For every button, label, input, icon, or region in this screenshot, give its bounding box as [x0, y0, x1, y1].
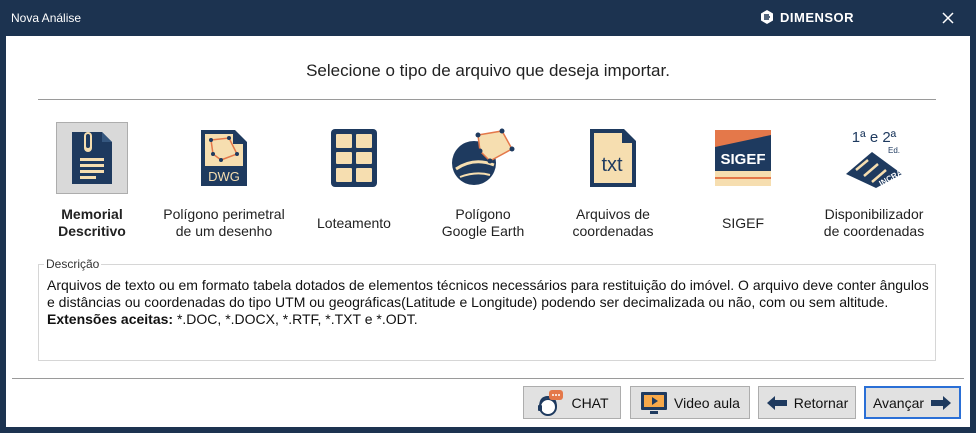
google-earth-icon [452, 128, 515, 185]
description-text: Arquivos de texto ou em formato tabela d… [47, 277, 929, 310]
option-poligono-desenho[interactable]: DWG Polígono perimetral de um desenho [163, 122, 285, 252]
avancar-button[interactable]: Avançar [864, 386, 961, 419]
accepted-extensions-label: Extensões aceitas: [47, 311, 174, 327]
sigef-icon: SIGEF [715, 130, 771, 186]
divider [38, 99, 936, 100]
page-heading: Selecione o tipo de arquivo que deseja i… [306, 61, 670, 80]
close-icon [942, 12, 954, 24]
video-aula-button[interactable]: Video aula [630, 386, 750, 419]
chat-button[interactable]: CHAT [523, 386, 621, 419]
option-icon-box [447, 122, 519, 194]
option-icon-box: SIGEF [707, 122, 779, 194]
nova-analise-window: Nova Análise DIMENSOR Selecione o tipo d… [0, 0, 976, 433]
close-button[interactable] [939, 9, 957, 27]
title-bar: Nova Análise DIMENSOR [0, 0, 976, 36]
arrow-right-icon [931, 395, 952, 410]
svg-text:1ª e 2ª: 1ª e 2ª [852, 129, 897, 146]
option-label: Arquivos de coordenadas [572, 206, 654, 239]
memorial-descritivo-icon [72, 132, 112, 184]
option-arquivos-coordenadas[interactable]: txt Arquivos de coordenadas [553, 122, 673, 252]
option-loteamento[interactable]: Loteamento [294, 122, 414, 252]
chat-label: CHAT [571, 394, 609, 411]
retornar-button[interactable]: Retornar [758, 386, 856, 419]
option-icon-box: 1ª e 2ª Ed. INCRA [838, 122, 910, 194]
retornar-label: Retornar [793, 394, 849, 411]
video-aula-label: Video aula [674, 394, 740, 411]
txt-file-icon: txt [590, 129, 636, 187]
option-icon-box: DWG [188, 122, 260, 194]
svg-text:Ed.: Ed. [888, 146, 900, 155]
option-label: Polígono perimetral de um desenho [163, 206, 285, 239]
button-bar: CHAT Video aula Retornar Avançar [6, 378, 970, 427]
incra-icon: 1ª e 2ª Ed. INCRA [846, 129, 904, 188]
dimensor-logo-icon [761, 10, 773, 24]
avancar-label: Avançar [872, 394, 925, 411]
option-label: Loteamento [317, 215, 391, 231]
brand-name: DIMENSOR [780, 9, 855, 25]
loteamento-grid-icon [331, 129, 377, 187]
option-label: SIGEF [721, 215, 764, 231]
option-label: Disponibilizador de coordenadas [823, 206, 925, 239]
description-box: Descrição Arquivos de texto ou em format… [38, 257, 936, 361]
dwg-file-icon: DWG [201, 130, 247, 186]
option-icon-box [56, 122, 128, 194]
option-label: Memorial Descritivo [58, 206, 126, 239]
option-disponibilizador[interactable]: 1ª e 2ª Ed. INCRA Disponibilizador de coo… [814, 122, 934, 252]
option-label: Polígono Google Earth [441, 206, 525, 239]
accepted-extensions-value: *.DOC, *.DOCX, *.RTF, *.TXT e *.ODT. [173, 311, 418, 327]
divider [12, 378, 964, 379]
option-sigef[interactable]: SIGEF SIGEF [683, 122, 803, 252]
option-google-earth[interactable]: Polígono Google Earth [423, 122, 543, 252]
description-text-block: Arquivos de texto ou em formato tabela d… [47, 277, 931, 328]
option-icon-box [318, 122, 390, 194]
description-legend: Descrição [44, 257, 102, 271]
chat-support-icon [538, 389, 564, 416]
video-monitor-icon [641, 391, 668, 414]
main-panel: Selecione o tipo de arquivo que deseja i… [6, 36, 970, 378]
svg-text:DWG: DWG [208, 169, 240, 184]
option-icon-box: txt [577, 122, 649, 194]
svg-text:SIGEF: SIGEF [720, 151, 765, 168]
dimensor-logo: DIMENSOR [759, 9, 854, 25]
window-title: Nova Análise [11, 11, 82, 25]
arrow-left-icon [766, 395, 787, 410]
svg-text:txt: txt [601, 154, 623, 176]
option-memorial-descritivo[interactable]: Memorial Descritivo [32, 122, 152, 252]
